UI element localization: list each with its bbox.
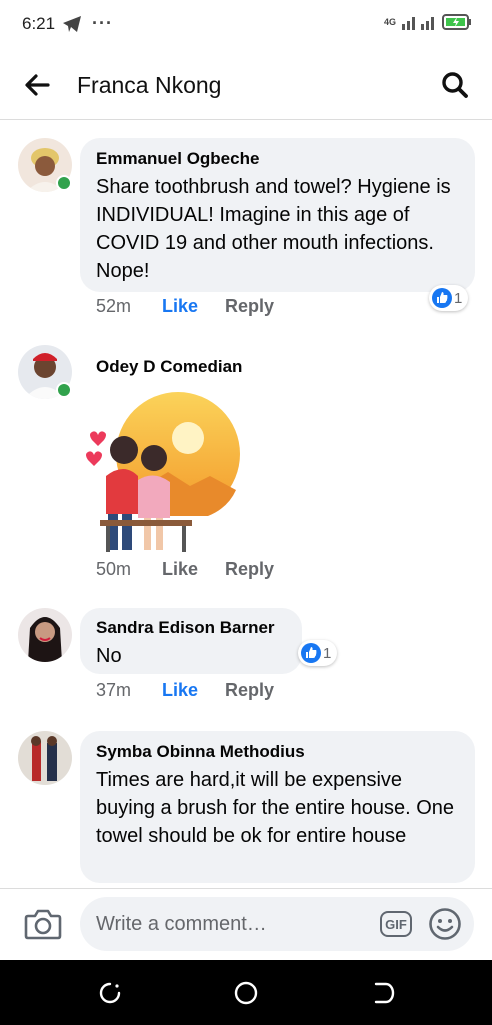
arrow-left-icon [25,74,50,96]
battery-icon [442,14,471,30]
reaction-count: 1 [323,644,332,662]
comment-composer: GIF [0,888,492,960]
avatar[interactable] [18,608,72,662]
online-status-dot [56,175,72,191]
search-icon [442,72,468,98]
comment-time: 50m [96,559,132,579]
more-icon: ··· [92,13,113,33]
comment-bubble[interactable]: Emmanuel Ogbeche Share toothbrush and to… [80,138,475,292]
reply-button[interactable]: Reply [225,559,274,580]
avatar-image [18,731,72,785]
comment-actions: 50m Like Reply [96,559,274,580]
comment-time: 52m [96,296,132,316]
comment-author[interactable]: Odey D Comedian [96,357,242,377]
comment-text: Times are hard,it will be expensive buyi… [96,769,455,847]
comment-bubble[interactable]: Sandra Edison Barner No [80,608,302,674]
home-icon [234,981,258,1005]
emoji-button[interactable] [428,907,462,941]
reaction-count: 1 [454,289,463,307]
reaction-badge[interactable]: 1 [298,640,338,666]
page-title: Franca Nkong [77,72,222,98]
comment-author[interactable]: Sandra Edison Barner [96,618,286,638]
reply-button[interactable]: Reply [225,296,274,317]
status-bar: 6:21 ··· 4G [0,0,492,48]
online-status-dot [56,382,72,398]
back-button[interactable] [22,70,52,100]
home-button[interactable] [233,980,259,1006]
search-button[interactable] [440,70,470,100]
comment-time: 37m [96,680,132,700]
thumbs-up-icon [301,643,321,663]
like-button[interactable]: Like [162,296,225,317]
comment-bubble[interactable]: Symba Obinna Methodius Times are hard,it… [80,731,475,883]
system-nav-bar [0,960,492,1025]
gif-button[interactable]: GIF [380,911,412,937]
comment-author[interactable]: Emmanuel Ogbeche [96,149,459,169]
comment-text: No [96,645,122,667]
avatar-image [18,608,72,662]
comment-input[interactable] [80,897,474,951]
app-header: Franca Nkong [0,48,492,120]
reply-button[interactable]: Reply [225,680,274,701]
couple-sunset-sticker[interactable] [78,390,248,555]
thumbs-up-icon [432,288,452,308]
avatar[interactable] [18,731,72,785]
recent-apps-button[interactable] [97,980,123,1006]
back-nav-icon [374,982,395,1004]
camera-button[interactable] [24,907,62,941]
smiley-icon [429,908,461,940]
signal-icon [402,17,434,30]
comment-actions: 37m Like Reply [96,680,274,701]
comment-actions: 52m Like Reply [96,296,274,317]
telegram-icon [63,15,81,32]
camera-icon [24,909,62,940]
comment-author[interactable]: Symba Obinna Methodius [96,742,459,762]
status-time: 6:21 [22,14,56,33]
comment-text: Share toothbrush and towel? Hygiene is I… [96,176,451,282]
like-button[interactable]: Like [162,680,225,701]
reaction-badge[interactable]: 1 [429,285,469,311]
network-type-label: 4G [383,17,396,27]
back-nav-button[interactable] [370,980,396,1006]
recent-apps-icon [99,982,121,1004]
like-button[interactable]: Like [162,559,225,580]
